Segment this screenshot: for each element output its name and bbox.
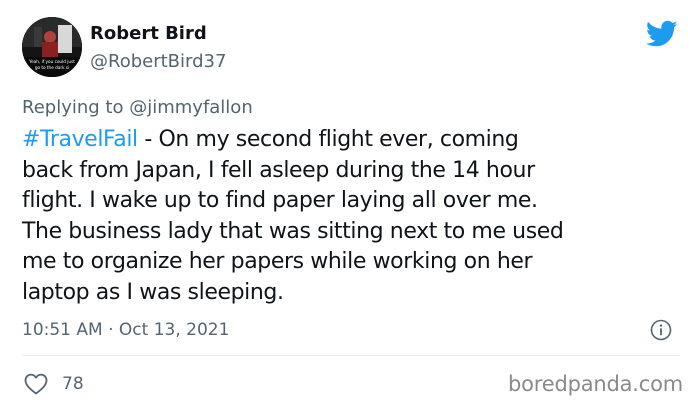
reply-mention-link[interactable]: @jimmyfallon: [129, 97, 253, 118]
like-button[interactable]: 78: [24, 372, 84, 396]
avatar-image: Yeah, if you could just go to the dark s…: [22, 17, 82, 77]
tweet-line-1-rest: - On my second flight ever, coming: [137, 127, 519, 152]
divider: [22, 355, 680, 356]
reply-context: Replying to @jimmyfallon: [22, 97, 253, 118]
tweet-text: #TravelFail - On my second flight ever, …: [22, 125, 682, 308]
heart-icon: [24, 373, 48, 395]
tweet-line-2: back from Japan, I fell asleep during th…: [22, 157, 535, 183]
avatar[interactable]: Yeah, if you could just go to the dark s…: [22, 17, 82, 77]
like-count: 78: [62, 374, 84, 394]
tweet-timestamp[interactable]: 10:51 AM · Oct 13, 2021: [22, 320, 229, 340]
tweet-card: Yeah, if you could just go to the dark s…: [0, 0, 700, 410]
avatar-caption-line1: Yeah, if you could just: [28, 59, 75, 64]
info-icon[interactable]: [650, 319, 672, 341]
author-handle[interactable]: @RobertBird37: [90, 51, 226, 72]
watermark: boredpanda.com: [508, 372, 684, 396]
tweet-line-3: flight. I wake up to find paper laying a…: [22, 188, 538, 213]
tweet-line-6: laptop as I was sleeping.: [22, 279, 284, 305]
hashtag-link[interactable]: #TravelFail: [22, 127, 138, 152]
reply-prefix: Replying to: [22, 97, 124, 118]
tweet-line-4: The business lady that was sitting next …: [22, 218, 564, 244]
tweet-line-5: me to organize her papers while working …: [22, 249, 533, 274]
twitter-bird-icon[interactable]: [646, 20, 678, 48]
author-name[interactable]: Robert Bird: [90, 23, 207, 44]
avatar-caption-line2: go to the dark si: [35, 65, 69, 70]
tweet-line-1: #TravelFail - On my second flight ever, …: [22, 125, 682, 156]
